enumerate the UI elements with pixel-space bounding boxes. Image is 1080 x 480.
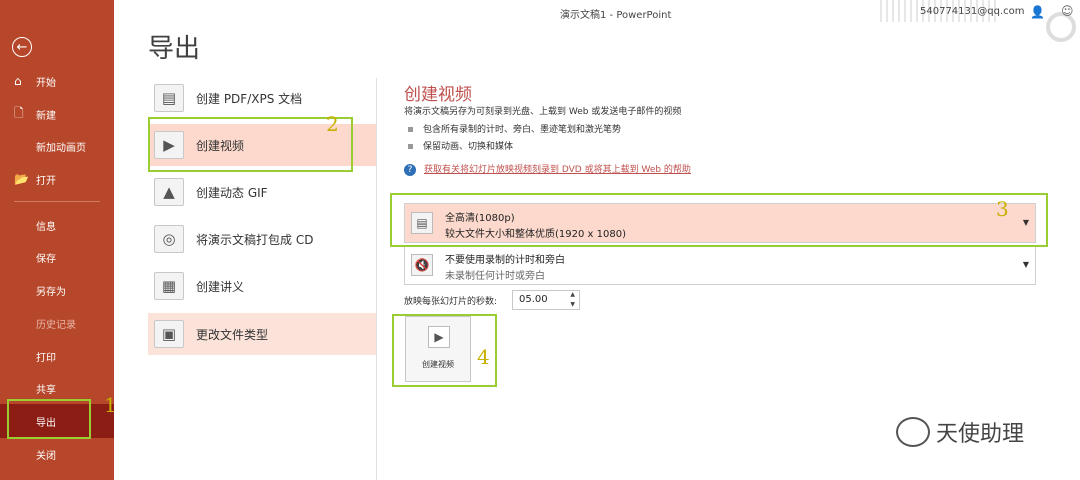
sidebar-item-label: 保存 xyxy=(36,253,56,265)
option-label: 创建 PDF/XPS 文档 xyxy=(196,91,303,106)
seconds-per-slide-value[interactable]: 05.00 xyxy=(519,294,548,305)
detail-bullet: 包含所有录制的计时、旁白、墨迹笔划和激光笔势 xyxy=(408,122,621,135)
option-create-handouts[interactable]: ▦ 创建讲义 xyxy=(148,265,376,307)
timing-title: 不要使用录制的计时和旁白 xyxy=(445,255,565,266)
annotation-box-3 xyxy=(390,193,1048,247)
sidebar-item-label: 共享 xyxy=(36,384,56,396)
annotation-box-1 xyxy=(7,399,91,439)
timing-narration-dropdown[interactable]: 🔇 不要使用录制的计时和旁白 未录制任何计时或旁白 ▼ xyxy=(404,245,1036,285)
sidebar-item-label: 信息 xyxy=(36,221,56,233)
sidebar-item-new[interactable]: 🗋 新建 xyxy=(0,99,114,129)
spin-up-icon[interactable]: ▲ xyxy=(570,291,575,298)
user-icon[interactable]: 👤 xyxy=(1030,5,1045,19)
sidebar-item-close[interactable]: 关闭 xyxy=(0,439,114,469)
sidebar-item-print[interactable]: 打印 xyxy=(0,341,114,371)
option-change-file-type[interactable]: ▣ 更改文件类型 xyxy=(148,313,376,355)
dropdown-arrow-icon: ▼ xyxy=(1022,260,1029,269)
seconds-per-slide-stepper[interactable]: 05.00 ▲ ▼ xyxy=(512,290,580,310)
seconds-per-slide-label: 放映每张幻灯片的秒数: xyxy=(404,297,498,307)
wechat-logo-icon xyxy=(896,417,930,447)
feedback-smiley-icon[interactable]: ☺ xyxy=(1061,4,1074,18)
detail-bullet: 保留动画、切换和媒体 xyxy=(408,139,513,152)
pdf-document-icon: ▤ xyxy=(154,84,184,112)
sidebar-item-history: 历史记录 xyxy=(0,308,114,338)
sidebar-item-label: 新建 xyxy=(36,110,56,122)
sidebar-item-label: 关闭 xyxy=(36,450,56,462)
annotation-number-1: 1 xyxy=(104,393,117,417)
page-title: 导出 xyxy=(148,34,201,64)
sidebar-item-label: 打印 xyxy=(36,352,56,364)
annotation-box-2 xyxy=(148,117,353,172)
folder-open-icon: 📂 xyxy=(14,172,29,186)
sidebar-item-label: 新加动画页 xyxy=(36,142,86,154)
handout-icon: ▦ xyxy=(154,272,184,300)
bullet-square-icon xyxy=(408,127,413,132)
change-file-type-icon: ▣ xyxy=(154,320,184,348)
option-label: 将演示文稿打包成 CD xyxy=(196,232,314,247)
help-question-icon: ? xyxy=(404,164,416,176)
sidebar-item-new-animation-page[interactable]: 新加动画页 xyxy=(0,131,114,161)
sidebar-divider xyxy=(14,201,100,202)
option-create-pdf-xps[interactable]: ▤ 创建 PDF/XPS 文档 xyxy=(148,77,376,119)
window-title: 演示文稿1 - PowerPoint xyxy=(560,10,672,21)
back-arrow-icon[interactable]: ← xyxy=(12,37,32,57)
account-email[interactable]: 540774131@qq.com xyxy=(920,6,1025,17)
annotation-number-3: 3 xyxy=(996,197,1009,221)
sidebar-item-label: 历史记录 xyxy=(36,319,76,331)
watermark: 天使助理 xyxy=(896,416,1024,448)
bullet-text: 保留动画、切换和媒体 xyxy=(423,142,514,152)
sidebar-item-label: 打开 xyxy=(36,175,56,187)
help-link-text: 获取有关将幻灯片放映视频刻录到 DVD 或将其上载到 Web 的帮助 xyxy=(424,165,691,175)
sidebar-item-home[interactable]: ⌂ 开始 xyxy=(0,66,114,96)
panel-divider xyxy=(376,78,377,480)
spin-down-icon[interactable]: ▼ xyxy=(570,301,575,308)
sidebar-item-info[interactable]: 信息 xyxy=(0,210,114,240)
help-link[interactable]: ? 获取有关将幻灯片放映视频刻录到 DVD 或将其上载到 Web 的帮助 xyxy=(404,162,691,176)
sidebar-item-save[interactable]: 保存 xyxy=(0,242,114,272)
sidebar-item-save-as[interactable]: 另存为 xyxy=(0,275,114,305)
timing-subtitle: 未录制任何计时或旁白 xyxy=(445,271,545,282)
annotation-number-4: 4 xyxy=(477,345,490,369)
gif-icon: ▲ xyxy=(154,178,184,206)
bullet-square-icon xyxy=(408,144,413,149)
option-package-cd[interactable]: ◎ 将演示文稿打包成 CD xyxy=(148,218,376,260)
option-create-gif[interactable]: ▲ 创建动态 GIF xyxy=(148,171,376,213)
cd-icon: ◎ xyxy=(154,225,184,253)
home-icon: ⌂ xyxy=(14,74,22,88)
option-label: 更改文件类型 xyxy=(196,327,269,342)
no-narration-icon: 🔇 xyxy=(411,254,433,276)
option-label: 创建讲义 xyxy=(196,279,245,294)
new-file-icon: 🗋 xyxy=(14,105,24,120)
bullet-text: 包含所有录制的计时、旁白、墨迹笔划和激光笔势 xyxy=(423,125,622,135)
detail-title: 创建视频 xyxy=(404,85,472,105)
detail-description: 将演示文稿另存为可刻录到光盘、上载到 Web 或发送电子邮件的视频 xyxy=(404,107,682,117)
sidebar-item-label: 另存为 xyxy=(36,286,66,298)
annotation-number-2: 2 xyxy=(326,112,339,136)
option-label: 创建动态 GIF xyxy=(196,185,268,200)
sidebar-item-open[interactable]: 📂 打开 xyxy=(0,164,114,194)
watermark-text: 天使助理 xyxy=(936,422,1025,447)
sidebar-item-label: 开始 xyxy=(36,77,56,89)
